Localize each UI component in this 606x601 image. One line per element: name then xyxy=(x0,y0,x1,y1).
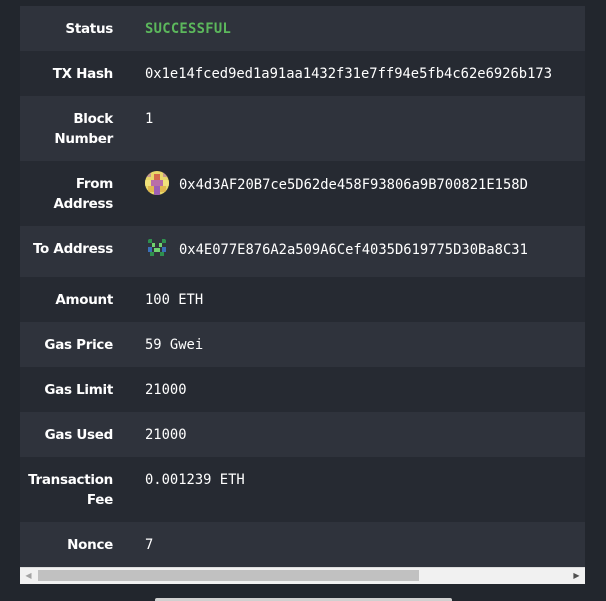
status-label: Status xyxy=(65,21,113,37)
row-from-address: From Address 0x4d3AF20B7ce5D62de458F9380… xyxy=(20,161,585,226)
block-number-value[interactable]: 1 xyxy=(145,96,585,129)
to-address-value[interactable]: 0x4E077E876A2a509A6Cef4035D619775D30Ba8C… xyxy=(179,240,528,260)
from-address-label: From Address xyxy=(53,176,113,212)
row-amount: Amount 100 ETH xyxy=(20,277,585,322)
row-to-address: To Address 0x4E077E876A2a509A6Cef4035D61… xyxy=(20,226,585,277)
scroll-right-icon[interactable]: ▶ xyxy=(568,568,585,584)
row-gas-used: Gas Used 21000 xyxy=(20,412,585,457)
gas-used-value[interactable]: 21000 xyxy=(145,412,585,445)
amount-value[interactable]: 100 ETH xyxy=(145,277,585,310)
transaction-details-panel: Status SUCCESSFUL TX Hash 0x1e14fced9ed1… xyxy=(0,0,606,601)
transaction-fee-label: Transaction Fee xyxy=(28,472,113,508)
from-address-value[interactable]: 0x4d3AF20B7ce5D62de458F93806a9B700821E15… xyxy=(179,175,528,195)
row-nonce: Nonce 7 xyxy=(20,522,585,567)
gas-limit-label: Gas Limit xyxy=(44,382,113,398)
to-address-label: To Address xyxy=(32,241,113,257)
nonce-label: Nonce xyxy=(67,537,113,553)
to-address-cell: 0x4E077E876A2a509A6Cef4035D619775D30Ba8C… xyxy=(145,226,585,260)
scrollbar-thumb[interactable] xyxy=(38,570,419,581)
row-gas-limit: Gas Limit 21000 xyxy=(20,367,585,412)
row-block-number: Block Number 1 xyxy=(20,96,585,161)
identicon-avatar-icon xyxy=(145,171,169,195)
tx-hash-label: TX Hash xyxy=(52,66,114,82)
amount-label: Amount xyxy=(55,292,113,308)
row-gas-price: Gas Price 59 Gwei xyxy=(20,322,585,367)
gas-limit-value[interactable]: 21000 xyxy=(145,367,585,400)
nonce-value[interactable]: 7 xyxy=(145,522,585,555)
identicon-avatar-icon xyxy=(145,236,169,260)
row-transaction-fee: Transaction Fee 0.001239 ETH xyxy=(20,457,585,522)
row-status: Status SUCCESSFUL xyxy=(20,6,585,51)
scroll-left-icon[interactable]: ◀ xyxy=(20,568,37,584)
transaction-fee-value[interactable]: 0.001239 ETH xyxy=(145,457,585,490)
horizontal-scrollbar[interactable]: ◀ ▶ xyxy=(20,567,585,584)
gas-price-value[interactable]: 59 Gwei xyxy=(145,322,585,355)
transaction-details-table: Status SUCCESSFUL TX Hash 0x1e14fced9ed1… xyxy=(20,6,585,567)
status-value: SUCCESSFUL xyxy=(145,21,232,37)
from-address-cell: 0x4d3AF20B7ce5D62de458F93806a9B700821E15… xyxy=(145,161,585,195)
gas-price-label: Gas Price xyxy=(44,337,113,353)
block-number-label: Block Number xyxy=(54,111,113,147)
gas-used-label: Gas Used xyxy=(44,427,114,443)
tx-hash-value[interactable]: 0x1e14fced9ed1a91aa1432f31e7ff94e5fb4c62… xyxy=(145,51,585,84)
row-tx-hash: TX Hash 0x1e14fced9ed1a91aa1432f31e7ff94… xyxy=(20,51,585,96)
